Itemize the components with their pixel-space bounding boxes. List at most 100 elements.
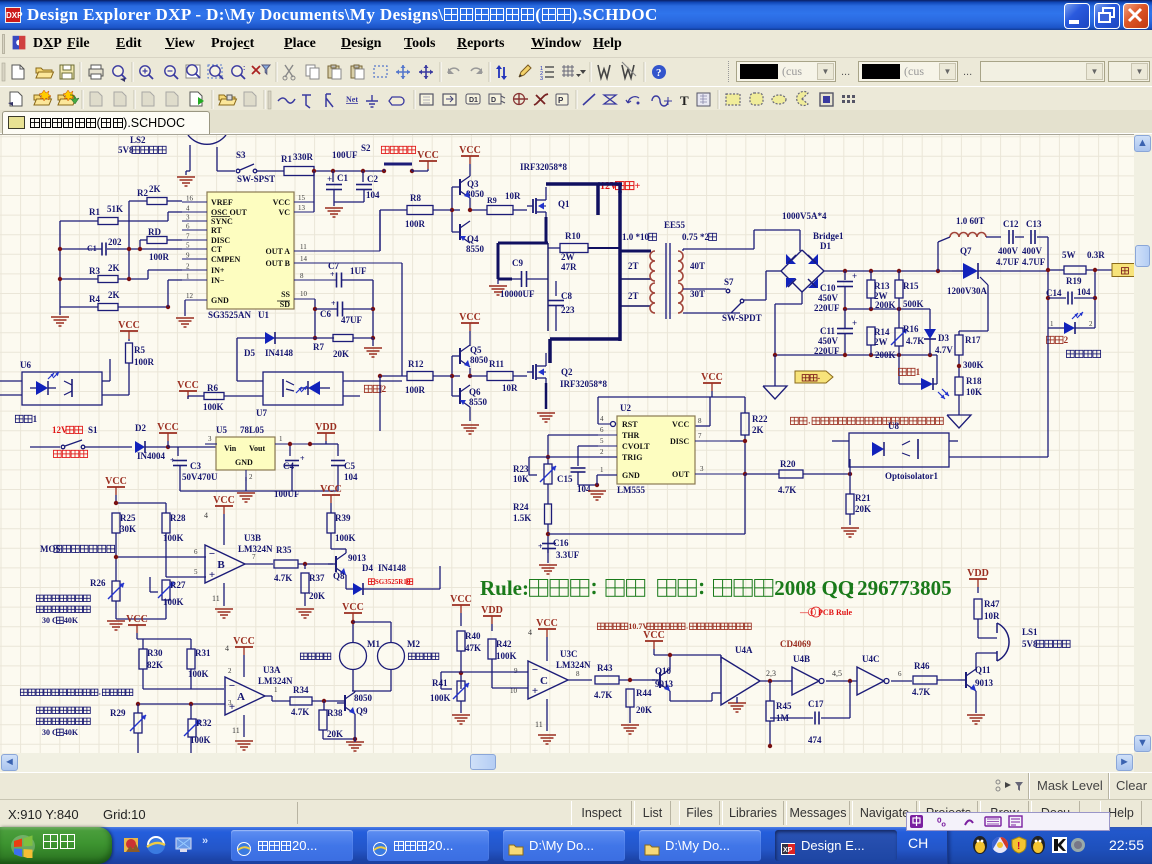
- svg-text:10: 10: [510, 687, 518, 695]
- svg-text:R31: R31: [195, 648, 211, 658]
- svg-text:296773805: 296773805: [857, 576, 952, 600]
- svg-text:4.7K: 4.7K: [274, 573, 292, 583]
- svg-text:C10: C10: [820, 283, 836, 293]
- svg-text:2: 2: [228, 667, 232, 675]
- svg-text:»: »: [202, 835, 208, 847]
- svg-text:T: T: [680, 93, 689, 108]
- svg-text:R1: R1: [281, 154, 292, 164]
- svg-text:VCC: VCC: [233, 636, 255, 647]
- svg-text:1UF: 1UF: [350, 266, 367, 276]
- svg-text:500K: 500K: [903, 299, 924, 309]
- svg-text:THR: THR: [622, 431, 640, 440]
- svg-text:R30: R30: [147, 648, 163, 658]
- svg-text:10R: 10R: [502, 383, 518, 393]
- svg-text:R28: R28: [170, 513, 186, 523]
- svg-text:C3: C3: [190, 461, 201, 471]
- svg-text:7: 7: [698, 432, 702, 440]
- svg-text:1: 1: [916, 367, 921, 377]
- svg-text:2W: 2W: [874, 337, 888, 347]
- svg-text:1: 1: [600, 466, 604, 474]
- svg-text:!: !: [1017, 841, 1020, 852]
- svg-text:D1: D1: [469, 97, 478, 104]
- svg-text:C2: C2: [367, 174, 378, 184]
- svg-text:R24: R24: [513, 502, 529, 512]
- svg-text:40K: 40K: [64, 616, 79, 625]
- svg-text:0.75 *2: 0.75 *2: [682, 232, 710, 242]
- svg-text:R9: R9: [487, 196, 497, 205]
- svg-text:4.7UF: 4.7UF: [1022, 257, 1046, 267]
- svg-text:Net: Net: [346, 95, 358, 104]
- svg-text:R29: R29: [110, 708, 126, 718]
- svg-text:OUT A: OUT A: [265, 247, 290, 256]
- svg-text:+: +: [635, 181, 641, 192]
- svg-text:VREF: VREF: [211, 198, 233, 207]
- svg-text:400V: 400V: [1022, 246, 1043, 256]
- svg-text:2,3: 2,3: [766, 669, 776, 678]
- svg-text:VCC: VCC: [459, 312, 481, 323]
- svg-text:M1: M1: [367, 639, 380, 649]
- svg-text:Q10: Q10: [655, 666, 672, 676]
- svg-text:15: 15: [298, 194, 306, 202]
- svg-text:R43: R43: [597, 663, 613, 673]
- svg-text:8550: 8550: [466, 244, 485, 254]
- svg-text:1: 1: [186, 273, 190, 281]
- svg-text:8: 8: [698, 417, 702, 425]
- svg-text::: :: [243, 65, 245, 72]
- svg-text:2K: 2K: [149, 184, 161, 194]
- svg-text:U3C: U3C: [560, 649, 578, 659]
- svg-text:Bridge1: Bridge1: [813, 231, 844, 241]
- svg-text:TRIG: TRIG: [622, 453, 642, 462]
- svg-text:−: −: [229, 680, 235, 692]
- svg-text:R41: R41: [432, 678, 448, 688]
- svg-text:R13: R13: [874, 281, 890, 291]
- svg-text:Q8: Q8: [333, 571, 345, 581]
- svg-text:C8: C8: [561, 291, 572, 301]
- svg-text:4: 4: [225, 644, 229, 653]
- svg-text:11: 11: [535, 720, 543, 729]
- svg-text:C4: C4: [283, 461, 294, 471]
- svg-text:C12: C12: [1003, 219, 1019, 229]
- svg-text:4.7K: 4.7K: [906, 336, 924, 346]
- svg-text:20K: 20K: [855, 504, 871, 514]
- svg-text:R3: R3: [89, 266, 100, 276]
- svg-text:LM324N: LM324N: [258, 676, 293, 686]
- svg-text:100K: 100K: [496, 651, 517, 661]
- svg-text:8050: 8050: [354, 693, 373, 703]
- svg-text:Q2: Q2: [561, 367, 573, 377]
- svg-text:6: 6: [600, 426, 604, 434]
- svg-text:VDD: VDD: [967, 568, 989, 579]
- svg-text:104: 104: [344, 472, 358, 482]
- svg-text:+: +: [331, 299, 336, 308]
- svg-text:D4: D4: [362, 563, 373, 573]
- svg-text:R15: R15: [903, 281, 919, 291]
- svg-text:VCC: VCC: [177, 380, 199, 391]
- svg-text:S7: S7: [724, 277, 734, 287]
- svg-text:Q1: Q1: [558, 199, 570, 209]
- svg-text:4: 4: [204, 511, 208, 520]
- svg-text:+: +: [852, 318, 857, 328]
- svg-text:+: +: [327, 174, 332, 184]
- svg-text:C: C: [540, 675, 548, 687]
- svg-text:+: +: [852, 271, 857, 281]
- svg-text:1: 1: [279, 435, 283, 443]
- svg-text:9: 9: [514, 667, 518, 675]
- svg-text:82K: 82K: [147, 660, 163, 670]
- svg-text:CMPEN: CMPEN: [211, 255, 241, 264]
- svg-text:2T: 2T: [628, 291, 639, 301]
- svg-text:474: 474: [808, 735, 822, 745]
- svg-text:16: 16: [186, 195, 194, 203]
- svg-text:R1: R1: [89, 207, 100, 217]
- svg-text:C11: C11: [820, 326, 836, 336]
- svg-text:IN+: IN+: [211, 266, 225, 275]
- svg-text:7: 7: [186, 233, 190, 241]
- svg-text:Rule:: Rule:: [480, 576, 529, 600]
- svg-text:R25: R25: [120, 513, 136, 523]
- svg-text:R44: R44: [636, 688, 652, 698]
- svg-text:D5: D5: [244, 348, 255, 358]
- svg-text:202: 202: [108, 237, 122, 247]
- svg-text:GND: GND: [622, 471, 640, 480]
- svg-text:10K: 10K: [513, 474, 529, 484]
- svg-text:+: +: [209, 569, 215, 581]
- svg-text:R23: R23: [513, 464, 529, 474]
- svg-text:9013: 9013: [348, 553, 367, 563]
